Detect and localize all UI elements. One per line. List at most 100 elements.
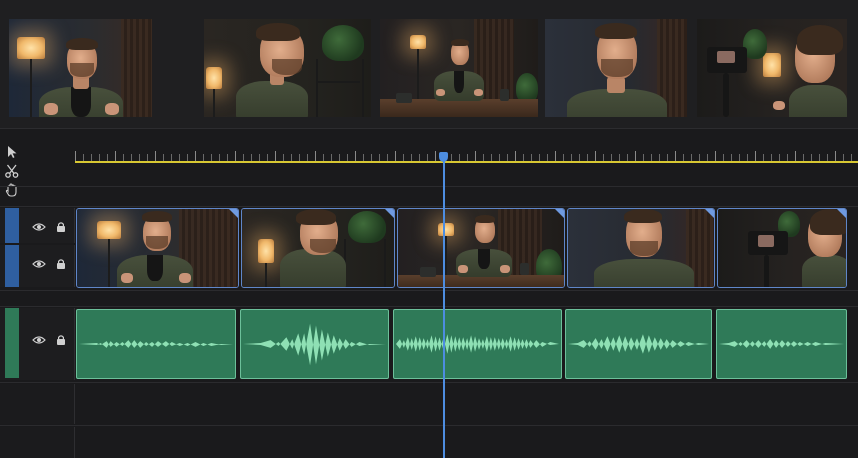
track-color-v1 [5,245,19,287]
ruler-tick [411,154,412,161]
ruler-tick [499,154,500,161]
waveform [567,334,710,354]
ruler-tick [715,151,716,161]
playhead-line[interactable] [443,156,445,458]
eye-icon[interactable] [32,257,46,271]
ruler-tick [171,154,172,161]
ruler-tick [251,154,252,161]
ruler-tick [699,154,700,161]
ruler-tick [827,154,828,161]
ruler-tick [507,154,508,161]
video-clip-4[interactable] [567,208,715,288]
clip-marker-icon [229,209,238,218]
ruler-tick [403,154,404,161]
ruler-tick [219,154,220,161]
track-header-a1 [0,308,75,380]
video-clip-1[interactable] [76,208,239,288]
track-header-empty [0,427,75,458]
ruler-tick [795,151,796,161]
audio-clip-2[interactable] [240,309,389,379]
ruler-tick [587,154,588,161]
ruler-tick [379,154,380,161]
thumbnail-1[interactable] [9,19,152,117]
ruler-tick [763,154,764,161]
hand-tool[interactable] [4,182,20,198]
divider [0,382,858,383]
ruler-tick [683,154,684,161]
track-header-empty [0,384,75,424]
waveform [395,334,560,354]
ruler-tick [491,154,492,161]
ruler-tick [707,154,708,161]
track-color-a1 [5,308,19,378]
eye-icon[interactable] [32,220,46,234]
selection-tool[interactable] [4,144,20,160]
ruler-tick [851,154,852,161]
ruler-tick [563,154,564,161]
waveform [78,340,234,348]
ruler-tick [99,154,100,161]
thumbnail-3[interactable] [380,19,538,117]
thumbnail-2[interactable] [204,19,371,117]
ruler-tick [451,154,452,161]
ruler-tick [627,154,628,161]
video-clip-3[interactable] [397,208,565,288]
ruler-tick [123,154,124,161]
ruler-tick [747,154,748,161]
ruler-tick [259,154,260,161]
ruler-tick [395,151,396,161]
ruler-tick [619,154,620,161]
playhead-handle[interactable] [439,152,448,162]
ruler-tick [427,154,428,161]
ruler-tick [579,154,580,161]
ruler-tick [467,154,468,161]
timeline-ruler[interactable] [75,140,858,166]
ruler-tick [91,154,92,161]
audio-clip-3[interactable] [393,309,562,379]
thumbnail-strip [0,0,858,129]
video-clip-5[interactable] [717,208,847,288]
ruler-tick [723,154,724,161]
ruler-tick [107,154,108,161]
thumbnail-5[interactable] [697,19,847,117]
ruler-tick [283,154,284,161]
ruler-tick [643,154,644,161]
audio-clip-1[interactable] [76,309,236,379]
ruler-tick [323,154,324,161]
ruler-tick [691,154,692,161]
ruler-tick [739,154,740,161]
ruler-tick [835,151,836,161]
lock-icon[interactable] [54,257,68,271]
ruler-tick [235,151,236,161]
ruler-tick [155,151,156,161]
audio-clip-5[interactable] [716,309,847,379]
ruler-tick [339,154,340,161]
track-header-v1 [0,245,75,287]
hand-icon [5,183,17,197]
ruler-tick [227,154,228,161]
ruler-tick [355,151,356,161]
lock-icon[interactable] [54,333,68,347]
ruler-tick [651,154,652,161]
lock-icon[interactable] [54,220,68,234]
eye-icon[interactable] [32,333,46,347]
ruler-tick [419,154,420,161]
video-clip-2[interactable] [241,208,395,288]
ruler-tick [147,154,148,161]
divider [0,290,858,291]
waveform [718,339,845,349]
razor-tool[interactable] [4,163,20,179]
ruler-tick [139,154,140,161]
ruler-tick [635,151,636,161]
ruler-tick [243,154,244,161]
thumbnail-4[interactable] [545,19,687,117]
ruler-tick [203,154,204,161]
ruler-tick [675,151,676,161]
ruler-tick [131,154,132,161]
audio-clip-4[interactable] [565,309,712,379]
divider [0,306,858,307]
ruler-tick [475,151,476,161]
ruler-tick [667,154,668,161]
ruler-tick [659,154,660,161]
ruler-tick [755,151,756,161]
